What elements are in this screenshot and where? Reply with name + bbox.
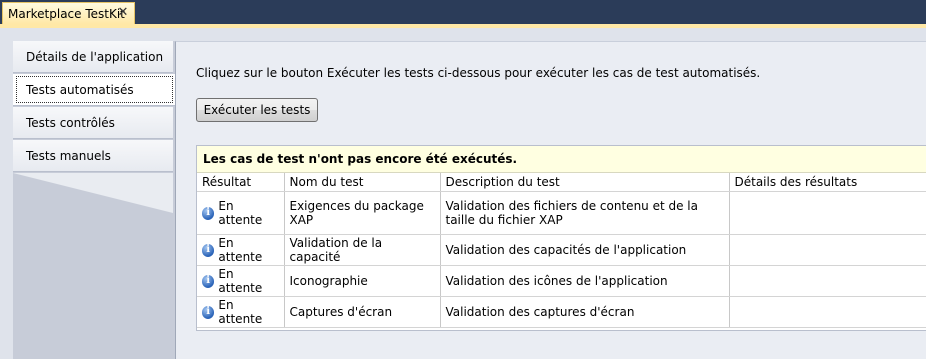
close-icon[interactable]: ✕	[116, 6, 130, 20]
nav-item-label: Tests manuels	[26, 148, 111, 163]
test-name-cell: Exigences du package XAP	[284, 191, 441, 235]
test-name-cell: Iconographie	[284, 265, 441, 297]
test-name-cell: Validation de la capacité	[284, 234, 441, 266]
table-row[interactable]: i En attente Exigences du package XAP Val…	[197, 191, 926, 235]
instruction-text: Cliquez sur le bouton Exécuter les tests…	[196, 66, 761, 80]
result-details-cell	[729, 265, 926, 297]
table-row[interactable]: i En attente Iconographie Validation des …	[197, 265, 926, 297]
info-icon: i	[202, 305, 215, 319]
info-icon: i	[202, 206, 215, 220]
test-description-cell: Validation des fichiers de contenu et de…	[440, 191, 730, 235]
status-banner: Les cas de test n'ont pas encore été exé…	[197, 146, 926, 173]
run-tests-button[interactable]: Exécuter les tests	[196, 98, 318, 122]
document-tab-title: Marketplace TestKit	[8, 6, 125, 21]
test-name-cell: Captures d'écran	[284, 296, 441, 328]
left-navigation: Détails de l'application Tests automatis…	[13, 41, 175, 359]
document-tab-marketplace-testkit[interactable]: Marketplace TestKit ✕	[2, 2, 135, 24]
status-text: En attente	[218, 236, 263, 264]
status-text: En attente	[218, 267, 263, 295]
content-frame: Détails de l'application Tests automatis…	[0, 28, 926, 359]
automated-tests-panel: Cliquez sur le bouton Exécuter les tests…	[175, 41, 926, 359]
status-text: En attente	[218, 298, 263, 326]
results-table: Résultat Nom du test Description du test…	[197, 173, 926, 328]
result-details-cell	[729, 296, 926, 328]
table-row[interactable]: i En attente Validation de la capacité Va…	[197, 234, 926, 266]
column-header-result[interactable]: Résultat	[197, 173, 285, 192]
test-description-cell: Validation des captures d'écran	[440, 296, 730, 328]
nav-item-label: Tests contrôlés	[26, 115, 115, 130]
result-details-cell	[729, 191, 926, 235]
nav-wedge-decoration	[13, 173, 173, 213]
nav-item-automated-tests[interactable]: Tests automatisés	[13, 74, 175, 106]
result-details-cell	[729, 234, 926, 266]
test-description-cell: Validation des capacités de l'applicatio…	[440, 234, 730, 266]
info-icon: i	[202, 274, 215, 288]
column-header-test-name[interactable]: Nom du test	[284, 173, 441, 192]
table-header-row: Résultat Nom du test Description du test…	[197, 173, 926, 192]
results-grid: Les cas de test n'ont pas encore été exé…	[196, 145, 926, 331]
test-description-cell: Validation des icônes de l'application	[440, 265, 730, 297]
table-row[interactable]: i En attente Captures d'écran Validation …	[197, 296, 926, 328]
info-icon: i	[202, 243, 215, 257]
column-header-result-details[interactable]: Détails des résultats	[729, 173, 926, 192]
document-tab-strip: Marketplace TestKit ✕	[0, 0, 926, 24]
nav-item-manual-tests[interactable]: Tests manuels	[13, 140, 173, 172]
column-header-test-description[interactable]: Description du test	[440, 173, 730, 192]
nav-item-monitored-tests[interactable]: Tests contrôlés	[13, 107, 173, 139]
nav-item-app-details[interactable]: Détails de l'application	[13, 41, 173, 73]
status-text: En attente	[218, 199, 263, 227]
nav-item-label: Détails de l'application	[26, 49, 164, 64]
